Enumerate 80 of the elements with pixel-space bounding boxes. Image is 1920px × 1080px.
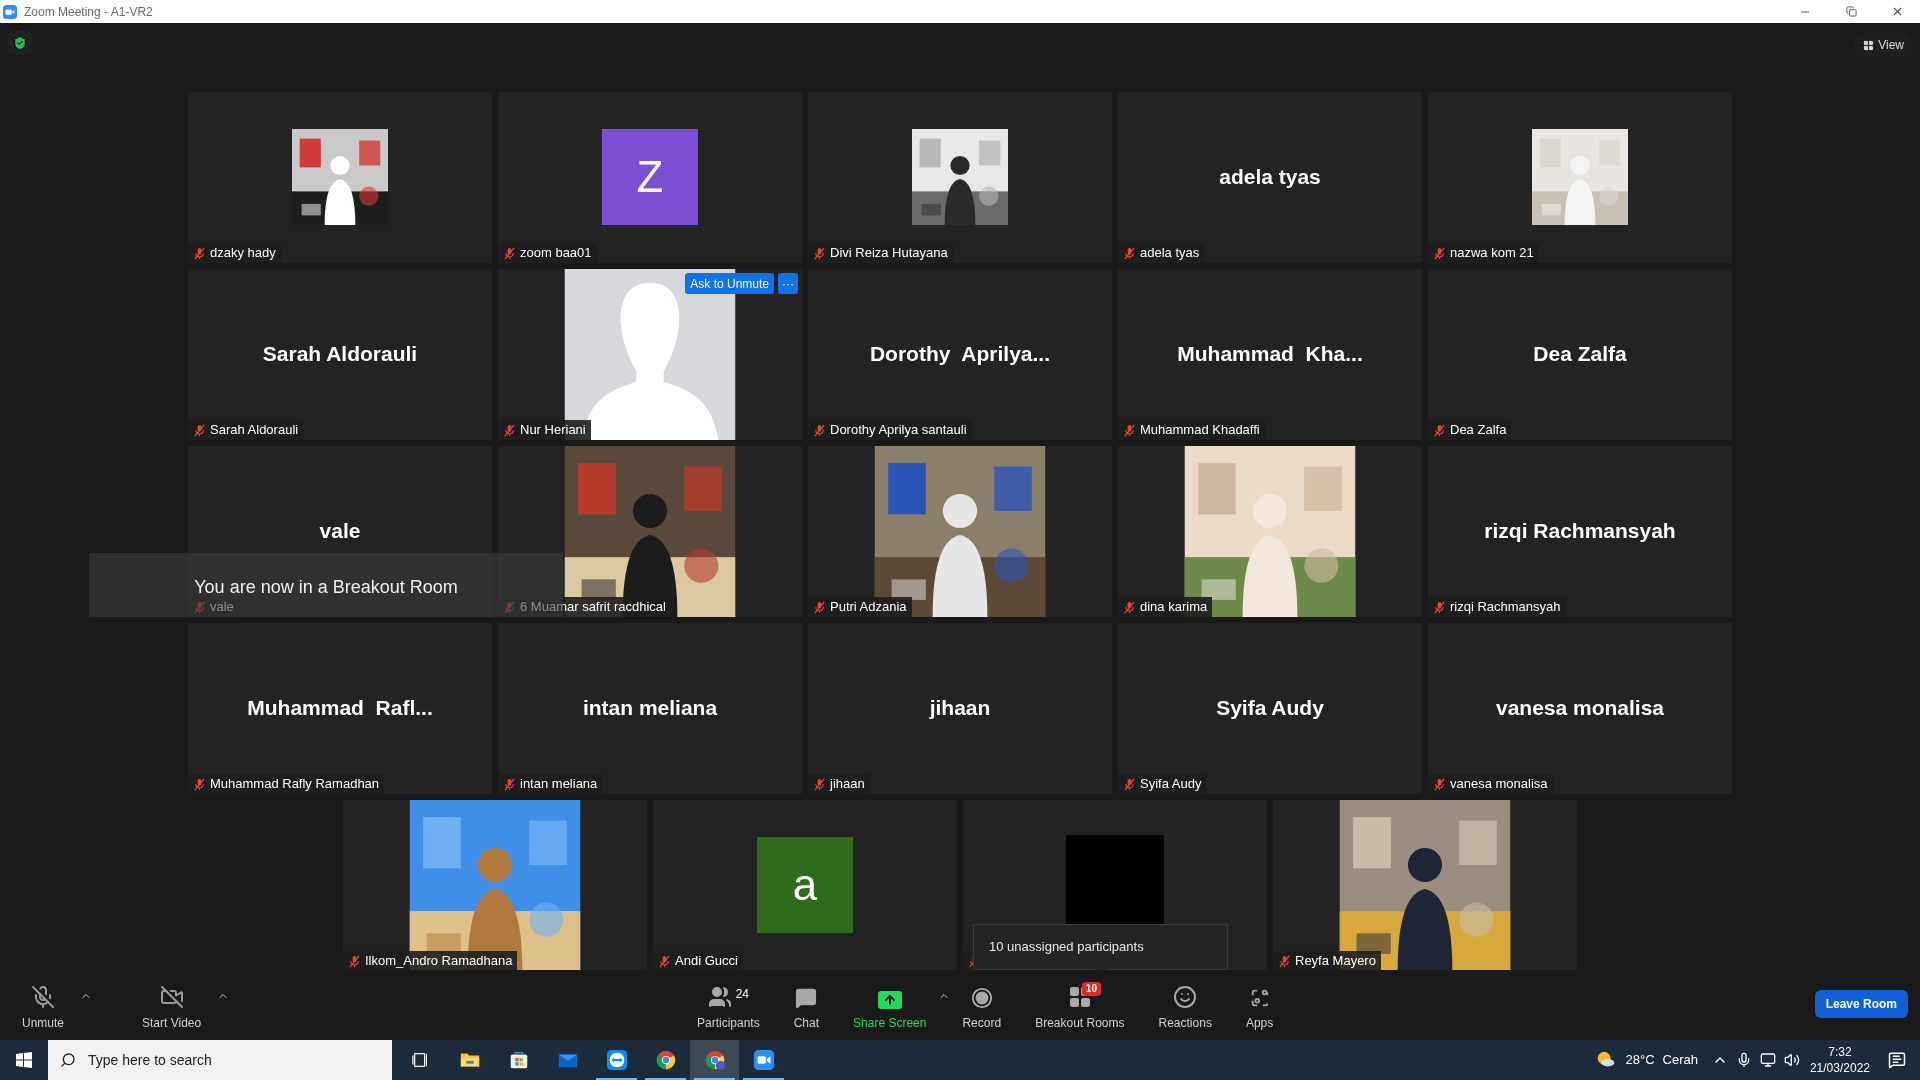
- participant-label: nazwa kom 21: [1450, 244, 1534, 263]
- participant-label: dzaky hady: [210, 244, 276, 263]
- participant-label: dina karima: [1140, 598, 1208, 617]
- avatar-tile: a: [757, 837, 853, 933]
- grid-icon: [1863, 39, 1875, 51]
- participant-label: jihaan: [830, 775, 865, 794]
- video-camera-icon: [752, 1049, 775, 1071]
- toolbar-button[interactable]: Reactions: [1156, 976, 1214, 1032]
- participants-icon: [707, 985, 732, 1009]
- participant-name: Muhammad Kha...: [1177, 341, 1363, 368]
- toolbar-button[interactable]: 10 Breakout Rooms: [1033, 976, 1127, 1032]
- browser-icon: [703, 1049, 726, 1071]
- participant-name: rizqi Rachmansyah: [1484, 518, 1676, 545]
- security-shield-icon: [12, 35, 28, 51]
- search-icon: [60, 1052, 76, 1068]
- participant-label: Syifa Audy: [1140, 775, 1202, 794]
- participant-name: adela tyas: [1219, 164, 1321, 191]
- temperature: 28°C: [1625, 1051, 1655, 1070]
- toolbar-button[interactable]: Apps: [1243, 976, 1276, 1032]
- participant-label: Nur Heriani: [520, 421, 586, 440]
- restore-icon: [1845, 6, 1857, 17]
- participant-label: Ilkom_Andro Ramadhana: [365, 952, 513, 971]
- task-view-icon: [411, 1051, 430, 1069]
- ask-to-unmute-button[interactable]: Ask to Unmute: [685, 273, 774, 294]
- participant-label: zoom baa01: [520, 244, 592, 263]
- participant-label: rizqi Rachmansyah: [1450, 598, 1561, 617]
- video-off-icon: [158, 985, 185, 1009]
- participant-name: vanesa monalisa: [1495, 695, 1665, 722]
- notifications-icon[interactable]: [1888, 1051, 1906, 1069]
- participant-label: Andi Gucci: [675, 952, 738, 971]
- weather-text: Cerah: [1662, 1051, 1698, 1070]
- browser-icon: [654, 1049, 677, 1071]
- participant-label: Muhammad Rafly Ramadhan: [210, 775, 380, 794]
- participant-name: Sarah Aldorauli: [262, 341, 418, 368]
- toolbar-button[interactable]: Start Video: [140, 976, 204, 1032]
- taskbar-search-field[interactable]: Type here to search: [48, 1040, 392, 1080]
- window-title: Zoom Meeting - A1-VR2: [24, 3, 153, 21]
- taskbar-app[interactable]: [690, 1040, 739, 1080]
- participant-label: Putri Adzania: [830, 598, 907, 617]
- clock[interactable]: 7:32 21/03/2022: [1809, 1044, 1870, 1076]
- record-icon: [970, 987, 993, 1009]
- participant-name: Muhammad Rafl...: [247, 695, 433, 722]
- leave-room-button[interactable]: Leave Room: [1814, 990, 1908, 1018]
- unassigned-tooltip: 10 unassigned participants: [973, 924, 1228, 970]
- volume-icon[interactable]: [1783, 1052, 1800, 1068]
- participant-label: Muhammad Khadaffi: [1140, 421, 1260, 440]
- share-screen-icon: [877, 991, 902, 1009]
- reactions-icon: [1173, 985, 1198, 1009]
- avatar-tile: Z: [602, 129, 698, 225]
- participant-label: Divi Reiza Hutayana: [830, 244, 948, 263]
- muted-mic-icon: [31, 985, 55, 1009]
- app-logo-icon: [3, 4, 17, 19]
- view-button[interactable]: View: [1855, 33, 1912, 57]
- participant-label: 6 Muamar safrit racdhical: [520, 598, 666, 617]
- participant-count: 24: [735, 986, 750, 1003]
- participant-label: Sarah Aldorauli: [210, 421, 299, 440]
- participant-label: adela tyas: [1140, 244, 1200, 263]
- toolbar-button[interactable]: Record: [960, 976, 1004, 1032]
- windows-logo-icon: [16, 1052, 32, 1068]
- participant-label: Reyfa Mayero: [1295, 952, 1376, 971]
- participant-name: jihaan: [929, 695, 991, 722]
- participant-label: intan meliana: [520, 775, 598, 794]
- participant-name: Dorothy Aprilya...: [869, 341, 1051, 368]
- participant-label: vale: [210, 598, 234, 617]
- toolbar-button[interactable]: Unmute: [20, 976, 67, 1032]
- toolbar-button[interactable]: Share Screen: [851, 976, 929, 1032]
- more-button[interactable]: ···: [778, 273, 798, 294]
- notification-badge: 10: [1081, 982, 1101, 996]
- participant-name: intan meliana: [582, 695, 718, 722]
- chat-icon: [795, 987, 818, 1009]
- participant-name: Syifa Audy: [1216, 695, 1324, 722]
- clock-time: 7:32: [1828, 1044, 1852, 1060]
- participant-label: vanesa monalisa: [1450, 775, 1548, 794]
- participant-name: Dea Zalfa: [1533, 341, 1627, 368]
- toolbar-button[interactable]: Chat: [791, 976, 822, 1032]
- participant-label: Dea Zalfa: [1450, 421, 1507, 440]
- toolbar-button[interactable]: 24 Participants: [695, 976, 762, 1032]
- participant-label: Dorothy Aprilya santauli: [830, 421, 967, 440]
- participant-name: vale: [319, 518, 361, 545]
- clock-date: 21/03/2022: [1809, 1060, 1870, 1076]
